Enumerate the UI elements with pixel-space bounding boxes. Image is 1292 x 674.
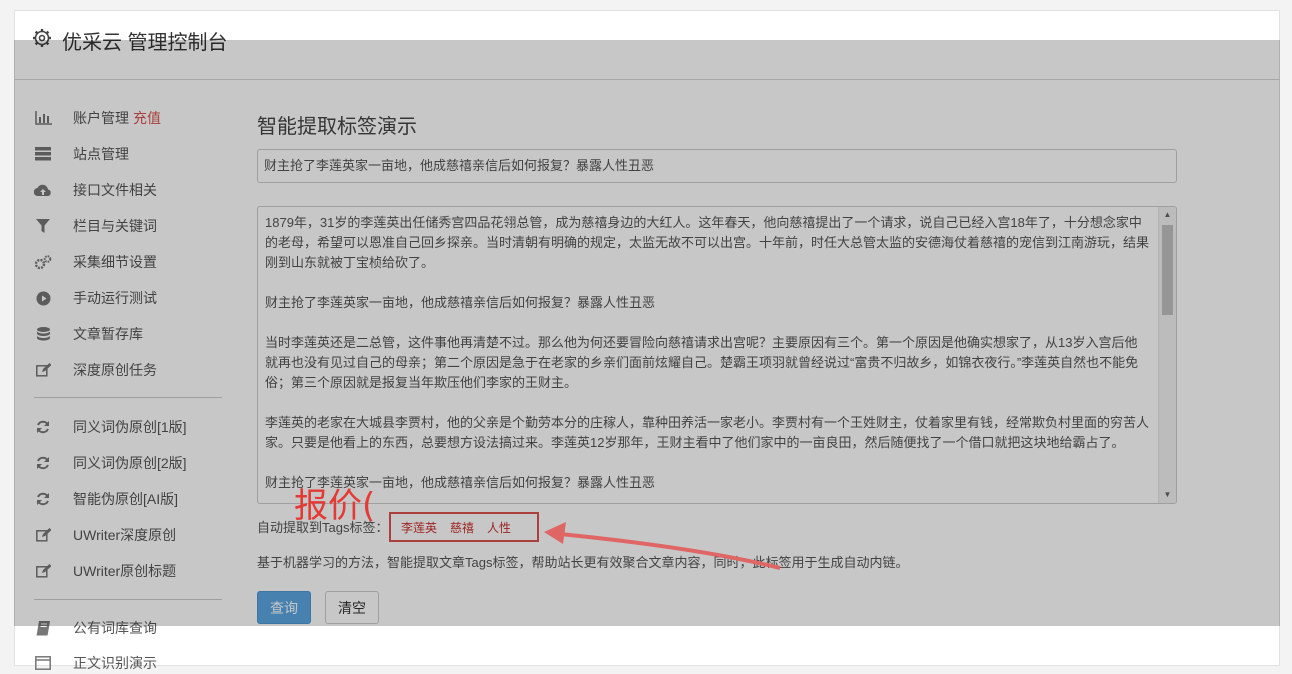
annotation-arrow [544,522,781,570]
